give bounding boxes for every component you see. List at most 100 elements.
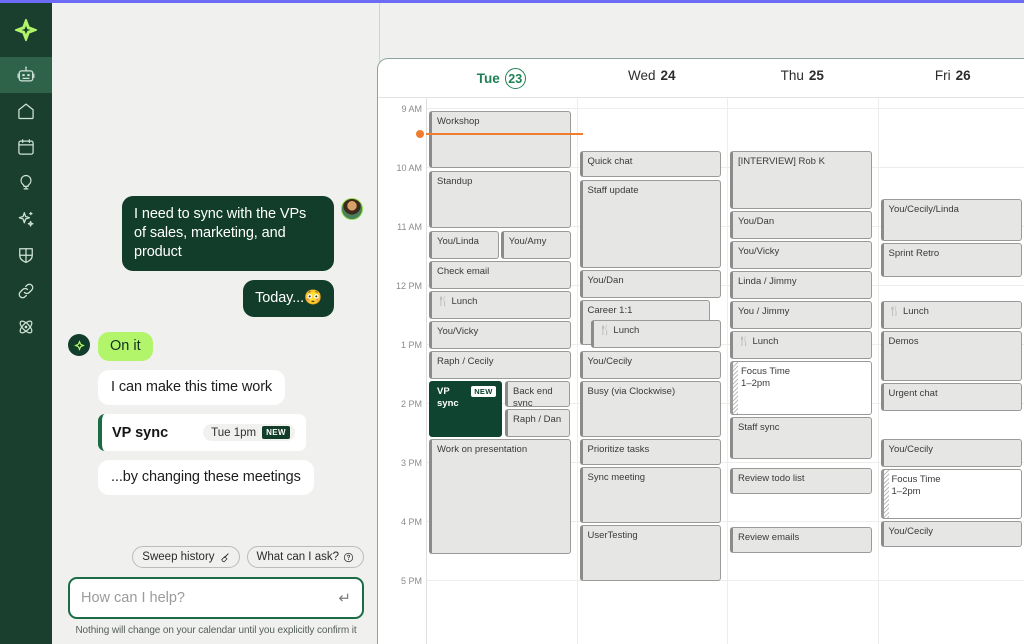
calendar-event[interactable]: Staff sync (730, 417, 872, 459)
calendar-event[interactable]: You/Amy (501, 231, 571, 259)
calendar-event[interactable]: You/Dan (730, 211, 872, 239)
calendar-event-title: Sprint Retro (889, 248, 940, 259)
calendar-event[interactable]: Staff update (580, 180, 722, 268)
calendar-event[interactable]: [INTERVIEW] Rob K (730, 151, 872, 209)
calendar-event-title: 🍴 Lunch (599, 325, 639, 336)
current-time-dot (416, 130, 424, 138)
calendar-event[interactable]: Busy (via Clockwise) (580, 381, 722, 437)
sidebar-item-assistant[interactable] (0, 57, 52, 93)
user-message-bubble: I need to sync with the VPs of sales, ma… (122, 196, 334, 271)
calendar-event[interactable]: You/Linda (429, 231, 499, 259)
hour-gridline (426, 108, 1024, 109)
calendar-event[interactable]: Raph / Cecily (429, 351, 571, 379)
calendar-event[interactable]: Check email (429, 261, 571, 289)
calendar-grid[interactable]: 9 AM10 AM11 AM12 PM1 PM2 PM3 PM4 PM5 PMW… (378, 98, 1024, 644)
user-message-bubble: Today...😳 (243, 280, 334, 317)
chat-message: I can make this time work (98, 370, 363, 405)
quick-action-label: Sweep history (142, 551, 214, 563)
current-time-line (426, 133, 583, 135)
enter-return-icon[interactable]: ↵ (338, 589, 351, 607)
calendar-event-title: Raph / Cecily (437, 356, 494, 367)
calendar-event[interactable]: You/Vicky (730, 241, 872, 269)
calendar-event[interactable]: 🍴 Lunch (591, 320, 721, 348)
quick-action-what-can-i-ask[interactable]: What can I ask? (247, 546, 364, 568)
calendar-event[interactable]: Urgent chat (881, 383, 1023, 411)
quick-action-sweep-history[interactable]: Sweep history (132, 546, 239, 568)
day-header-tue[interactable]: Tue23 (426, 68, 577, 89)
calendar-event[interactable]: Focus Time 1–2pm (881, 469, 1023, 519)
calendar-event[interactable]: Sync meeting (580, 467, 722, 523)
calendar-event-title: Busy (via Clockwise) (588, 386, 676, 397)
calendar-event[interactable]: VP syncNEW (429, 381, 502, 437)
column-divider (577, 98, 578, 644)
calendar-event-title: Sync meeting (588, 472, 646, 483)
day-header-thu[interactable]: Thu25 (727, 68, 878, 83)
hour-label: 1 PM (378, 340, 422, 350)
calendar-event[interactable]: Work on presentation (429, 439, 571, 554)
column-divider (727, 98, 728, 644)
sidebar-item-shield[interactable] (0, 237, 52, 273)
calendar-event[interactable]: 🍴 Lunch (881, 301, 1023, 329)
hour-gridline (426, 580, 1024, 581)
robot-icon (16, 65, 36, 85)
calendar-event-title: You/Vicky (437, 326, 478, 337)
day-header-fri[interactable]: Fri26 (878, 68, 1024, 83)
calendar-event-title: You/Cecily (889, 444, 934, 455)
sidebar-item-calendar[interactable] (0, 129, 52, 165)
calendar-event[interactable]: Review emails (730, 527, 872, 553)
proposed-event-title: VP sync (112, 425, 168, 441)
calendar-event[interactable]: 🍴 Lunch (429, 291, 571, 319)
sparkles-icon (16, 209, 36, 229)
calendar-event[interactable]: You/Cecily (881, 521, 1023, 547)
app-logo[interactable] (0, 3, 52, 57)
chat-composer[interactable]: ↵ (68, 577, 364, 619)
proposed-event-card[interactable]: VP syncTue 1pmNEW (98, 414, 306, 451)
calendar-event[interactable]: You/Dan (580, 270, 722, 298)
calendar-event[interactable]: You/Cecily/Linda (881, 199, 1023, 241)
day-header-weekday: Tue (477, 71, 500, 86)
quick-action-label: What can I ask? (257, 551, 339, 563)
calendar-event-title: UserTesting (588, 530, 638, 541)
hour-label: 9 AM (378, 104, 422, 114)
calendar-event-title: Focus Time 1–2pm (892, 474, 941, 497)
calendar-event[interactable]: Linda / Jimmy (730, 271, 872, 299)
calendar-event[interactable]: You/Cecily (580, 351, 722, 379)
calendar-event[interactable]: Back end sync (505, 381, 570, 407)
day-header-date: 24 (660, 68, 675, 83)
calendar-event[interactable]: Focus Time 1–2pm (730, 361, 872, 415)
calendar-event[interactable]: Demos (881, 331, 1023, 381)
sidebar-item-integrations[interactable] (0, 309, 52, 345)
calendar-event[interactable]: Quick chat (580, 151, 722, 177)
hour-label: 5 PM (378, 576, 422, 586)
calendar-event[interactable]: Sprint Retro (881, 243, 1023, 277)
calendar-event[interactable]: Workshop (429, 111, 571, 168)
calendar-event[interactable]: You/Cecily (881, 439, 1023, 467)
calendar-event[interactable]: Review todo list (730, 468, 872, 494)
sidebar-item-home[interactable] (0, 93, 52, 129)
calendar-event-title: Focus Time 1–2pm (741, 366, 790, 389)
sidebar-item-magic[interactable] (0, 201, 52, 237)
assistant-message-bubble: ...by changing these meetings (98, 460, 314, 495)
calendar-event-title: Work on presentation (437, 444, 527, 455)
calendar-event[interactable]: 🍴 Lunch (730, 331, 872, 359)
calendar-event-title: Career 1:1 (588, 305, 633, 316)
calendar-event-title: Standup (437, 176, 472, 187)
calendar-event[interactable]: Raph / Dan (505, 409, 570, 437)
column-divider (426, 98, 427, 644)
app-root: I need to sync with the VPs of sales, ma… (0, 0, 1024, 644)
day-header-wed[interactable]: Wed24 (577, 68, 728, 83)
calendar-event-title: Staff sync (738, 422, 780, 433)
sidebar-item-links[interactable] (0, 273, 52, 309)
chat-input[interactable] (81, 590, 338, 606)
calendar-icon (16, 137, 36, 157)
calendar-event[interactable]: UserTesting (580, 525, 722, 581)
calendar-event[interactable]: Standup (429, 171, 571, 228)
sidebar (0, 3, 52, 644)
chat-message-list[interactable]: I need to sync with the VPs of sales, ma… (52, 3, 379, 504)
calendar-event[interactable]: You / Jimmy (730, 301, 872, 329)
sidebar-item-insights[interactable] (0, 165, 52, 201)
calendar-event[interactable]: You/Vicky (429, 321, 571, 349)
calendar-event[interactable]: Prioritize tasks (580, 439, 722, 465)
question-circle-icon (343, 552, 354, 563)
link-icon (16, 281, 36, 301)
